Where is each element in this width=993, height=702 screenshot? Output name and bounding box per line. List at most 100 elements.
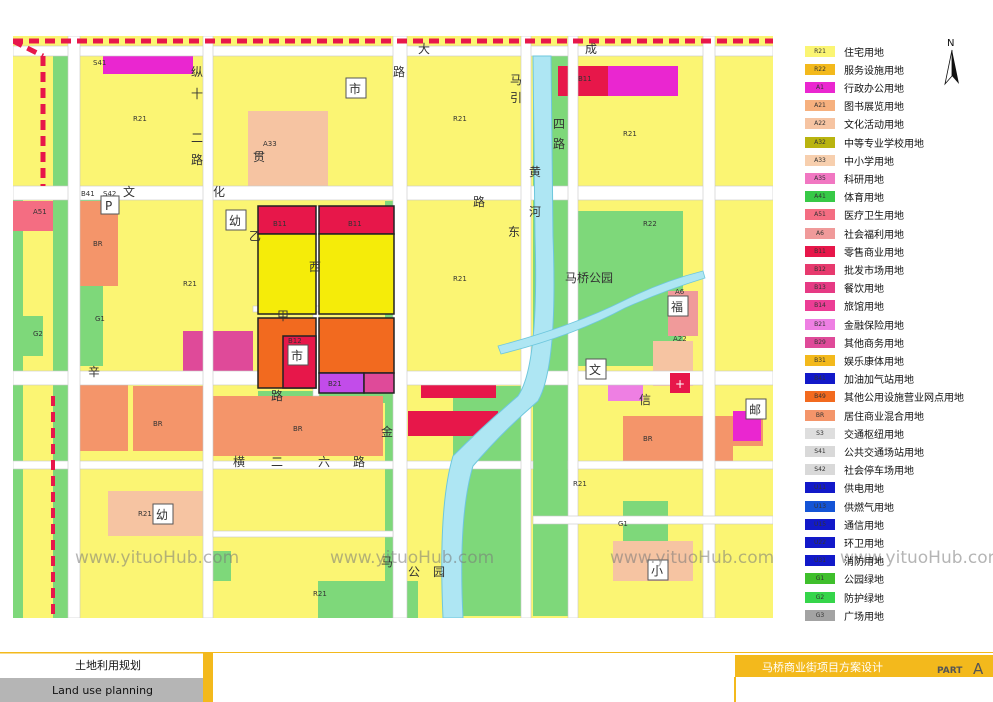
zone-label: R21 [313, 590, 327, 598]
legend-item: B41 加油加气站用地 [805, 372, 914, 386]
legend-item: U11 供电用地 [805, 481, 884, 495]
legend-label: 文化活动用地 [844, 120, 904, 132]
legend-label: 金融保险用地 [844, 320, 904, 332]
legend-label: 体育用地 [844, 193, 884, 205]
road-name: 二 [191, 131, 203, 145]
legend-swatch: S41 [805, 445, 835, 457]
land-use-map: R21 R21 R21 R21 R21 R21 R21 R21 R22 BR B… [13, 36, 773, 618]
legend-swatch: A22 [805, 118, 835, 130]
legend-swatch: B41 [805, 373, 835, 385]
legend-swatch: A6 [805, 227, 835, 239]
zone-label: R21 [573, 480, 587, 488]
legend-label: 供燃气用地 [844, 502, 894, 514]
road-name: 黄 [529, 165, 541, 179]
road-name: 路 [191, 152, 203, 167]
zone-label: B11 [273, 220, 287, 228]
legend-swatch: S3 [805, 427, 835, 439]
legend-label: 其他商务用地 [844, 338, 904, 350]
part-letter: A [973, 660, 984, 678]
legend-item: U22 环卫用地 [805, 535, 884, 550]
legend-label: 社会停车场用地 [844, 466, 914, 478]
legend-item: S41 公共交通场站用地 [805, 444, 924, 459]
legend-item: B29 其他商务用地 [805, 335, 904, 350]
legend-label: 公园绿地 [844, 575, 884, 587]
zone-label: BR [293, 425, 303, 433]
legend-item: G1 公园绿地 [805, 572, 884, 586]
legend-item: S3 交通枢纽用地 [805, 426, 904, 441]
svg-text:+: + [675, 377, 685, 391]
legend-item: G2 防护绿地 [805, 590, 884, 605]
road-name: 四 [553, 117, 565, 131]
legend-item: U13 供燃气用地 [805, 499, 894, 514]
zone-label: R22 [643, 220, 657, 228]
legend-label: 批发市场用地 [844, 265, 904, 277]
zone-label: G1 [95, 315, 105, 323]
road-name: 文 [123, 184, 135, 199]
legend-swatch: B21 [805, 318, 835, 330]
legend-item: B11 零售商业用地 [805, 244, 904, 259]
road-name: 路 [553, 136, 565, 151]
legend-swatch: A51 [805, 209, 835, 221]
svg-text:邮: 邮 [749, 403, 761, 417]
legend-label: 图书展览用地 [844, 102, 904, 114]
legend-swatch: A1 [805, 81, 835, 93]
legend-label: 防护绿地 [844, 593, 884, 605]
legend-swatch: BR [805, 409, 835, 421]
road-name: 甲 [277, 309, 289, 323]
zone-label: BR [643, 435, 653, 443]
legend-item: B21 金融保险用地 [805, 317, 904, 332]
zone-label: R21 [138, 510, 152, 518]
legend-item: A22 文化活动用地 [805, 117, 904, 131]
legend-label: 交通枢纽用地 [844, 429, 904, 441]
zone-label: R21 [133, 115, 147, 123]
legend-label: 餐饮用地 [844, 284, 884, 296]
legend-label: 医疗卫生用地 [844, 211, 904, 223]
legend-label: 住宅用地 [844, 47, 884, 59]
legend-label: 加油加气站用地 [844, 375, 914, 387]
zone-label: A51 [33, 208, 47, 216]
legend-item: BR 居住商业混合用地 [805, 408, 924, 423]
road-name: 路 [353, 454, 365, 469]
zone-label: BR [93, 240, 103, 248]
road-name: 十 [191, 87, 203, 101]
road-name: 西 [309, 260, 321, 274]
legend-item: R22 服务设施用地 [805, 62, 904, 77]
zone-label: R21 [453, 115, 467, 123]
zone-label: B12 [288, 337, 302, 345]
legend-swatch: R22 [805, 63, 835, 75]
footer-title-en: Land use planning [52, 684, 153, 697]
road-name: 乙 [249, 229, 261, 243]
legend-label: 广场用地 [844, 611, 884, 623]
road-name: 成 [585, 42, 597, 56]
road-name: 二 [271, 455, 283, 469]
legend-swatch: A32 [805, 136, 835, 148]
road-name: 金 [381, 424, 393, 439]
legend-label: 供电用地 [844, 484, 884, 496]
zone-label: R21 [183, 280, 197, 288]
post-office-icon: 邮 [745, 398, 767, 420]
legend-label: 社会福利用地 [844, 229, 904, 241]
svg-text:幼: 幼 [156, 508, 168, 522]
legend-item: A21 图书展览用地 [805, 99, 904, 113]
legend-swatch: U13 [805, 500, 835, 512]
welfare-icon: 福 [667, 295, 689, 317]
footer-title-cn: 土地利用规划 [75, 658, 141, 672]
legend-item: B31 娱乐康体用地 [805, 353, 904, 368]
park-label: 马桥公园 [565, 271, 613, 285]
watermark: www.yituoHub.com [75, 548, 240, 568]
legend-item: G3 广场用地 [805, 608, 884, 623]
svg-text:幼: 幼 [229, 214, 241, 228]
road-name: 纵 [191, 65, 203, 79]
legend-label: 科研用地 [844, 174, 884, 186]
legend: R21 住宅用地 R22 服务设施用地 A1 行政办公用地 A21 图书展览用地 A22 文化活动… [800, 40, 990, 625]
market-icon: 市 [287, 344, 309, 366]
project-title: 马桥商业街项目方案设计 [762, 660, 883, 674]
svg-text:福: 福 [671, 299, 683, 314]
road-name: 六 [318, 455, 330, 469]
legend-label: 居住商业混合用地 [844, 411, 924, 423]
zone-label: B21 [328, 380, 342, 388]
legend-swatch: B31 [805, 354, 835, 366]
zone-label: BR [153, 420, 163, 428]
zone-label: A22 [673, 335, 687, 343]
legend-label: 公共交通场站用地 [844, 447, 924, 459]
